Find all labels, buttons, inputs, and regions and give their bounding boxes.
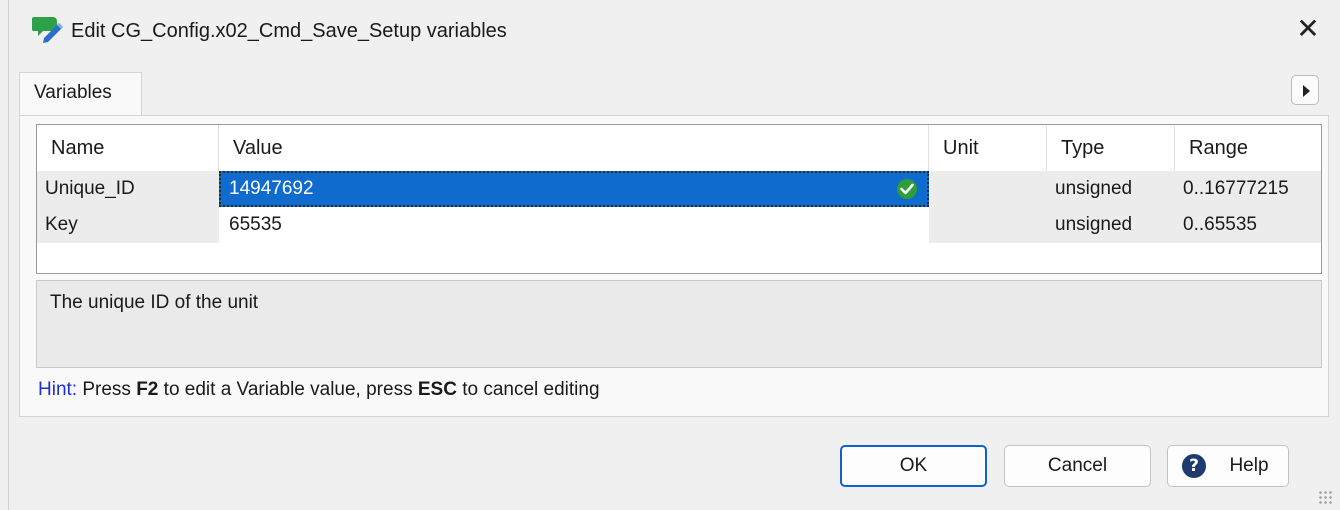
column-header-range[interactable]: Range xyxy=(1175,125,1321,171)
window-title: Edit CG_Config.x02_Cmd_Save_Setup variab… xyxy=(71,20,507,42)
variables-grid[interactable]: Name Value Unit Type Range Unique_ID 149… xyxy=(36,124,1322,274)
variables-panel: Name Value Unit Type Range Unique_ID 149… xyxy=(19,115,1329,417)
hint-key-esc: ESC xyxy=(417,379,457,400)
cell-value[interactable]: 65535 xyxy=(219,207,929,243)
cell-range: 0..65535 xyxy=(1175,207,1321,243)
table-row[interactable]: Unique_ID 14947692 unsigned 0..16777215 xyxy=(37,171,1321,207)
hint-part: to cancel editing xyxy=(456,379,600,400)
edit-variables-icon xyxy=(31,14,65,44)
tab-variables[interactable]: Variables xyxy=(19,72,142,116)
help-icon: ? xyxy=(1182,454,1206,478)
help-button[interactable]: ? Help xyxy=(1167,445,1289,487)
cell-name: Unique_ID xyxy=(37,171,219,207)
column-header-unit[interactable]: Unit xyxy=(929,125,1047,171)
cell-type: unsigned xyxy=(1047,207,1175,243)
hint-text: Hint: Press F2 to edit a Variable value,… xyxy=(38,379,600,401)
cell-unit xyxy=(929,171,1047,207)
help-button-label: Help xyxy=(1229,455,1269,476)
cell-value-text: 14947692 xyxy=(229,178,314,199)
column-header-type[interactable]: Type xyxy=(1047,125,1175,171)
description-box: The unique ID of the unit xyxy=(36,280,1322,368)
ok-button[interactable]: OK xyxy=(840,445,987,487)
edit-variables-dialog: Edit CG_Config.x02_Cmd_Save_Setup variab… xyxy=(8,0,1338,510)
column-header-value[interactable]: Value xyxy=(219,125,929,171)
hint-label: Hint: xyxy=(38,379,78,400)
table-row[interactable]: Key 65535 unsigned 0..65535 xyxy=(37,207,1321,243)
hint-key-f2: F2 xyxy=(136,379,159,400)
triangle-right-icon xyxy=(1303,85,1310,97)
valid-check-icon xyxy=(897,179,917,199)
cell-range: 0..16777215 xyxy=(1175,171,1321,207)
hint-part: to edit a Variable value, press xyxy=(158,379,418,400)
cancel-button[interactable]: Cancel xyxy=(1004,445,1151,487)
column-header-name[interactable]: Name xyxy=(37,125,219,171)
close-button[interactable]: ✕ xyxy=(1289,12,1327,48)
cell-name: Key xyxy=(37,207,219,243)
cell-unit xyxy=(929,207,1047,243)
cell-type: unsigned xyxy=(1047,171,1175,207)
cell-value-editor[interactable]: 14947692 xyxy=(219,171,929,207)
tab-scroll-right-button[interactable] xyxy=(1291,75,1319,105)
title-bar[interactable]: Edit CG_Config.x02_Cmd_Save_Setup variab… xyxy=(9,0,1339,62)
resize-grip[interactable] xyxy=(1318,490,1332,504)
grid-header: Name Value Unit Type Range xyxy=(37,125,1321,171)
hint-part: Press xyxy=(77,379,137,400)
